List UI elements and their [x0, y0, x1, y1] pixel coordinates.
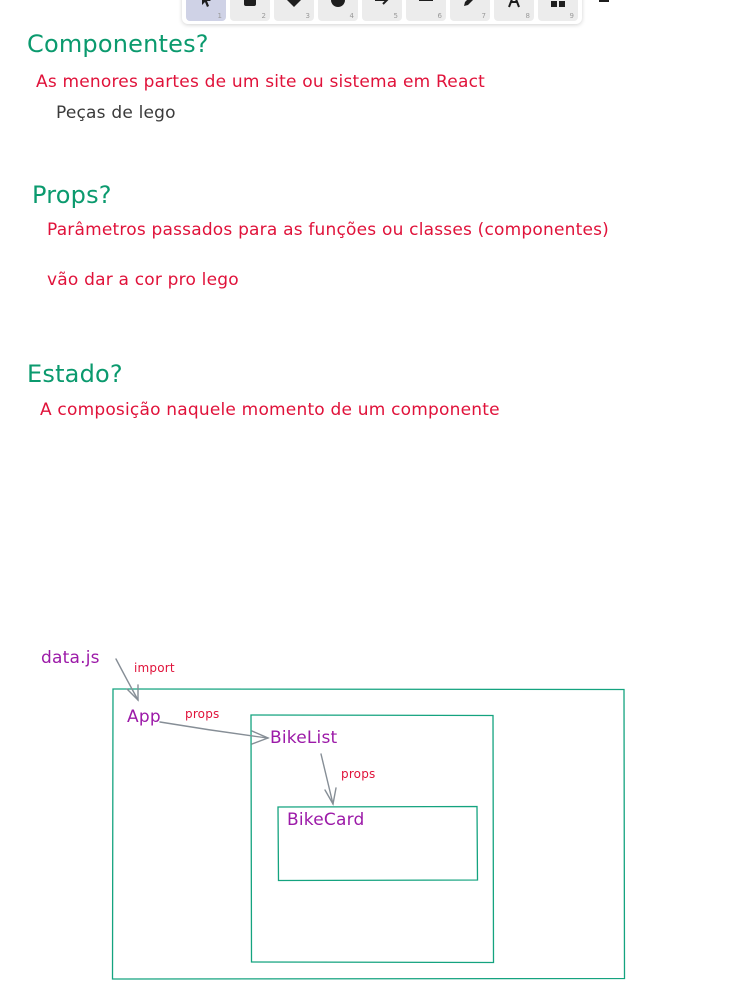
data-js-label: data.js: [41, 648, 100, 668]
props-arrow-app-bikelist: [159, 721, 269, 739]
props-arrow-bikelist-bikecard: [320, 753, 334, 805]
app-label: App: [127, 707, 161, 727]
props-label-1: props: [185, 707, 220, 721]
bikecard-label: BikeCard: [287, 810, 365, 830]
diagram-canvas: [111, 658, 626, 980]
props-label-2: props: [341, 767, 376, 781]
bikelist-label: BikeList: [270, 728, 338, 748]
bikelist-box: [250, 714, 495, 964]
import-label: import: [134, 661, 175, 675]
app-box: [111, 688, 626, 980]
import-arrowhead: [126, 684, 139, 702]
